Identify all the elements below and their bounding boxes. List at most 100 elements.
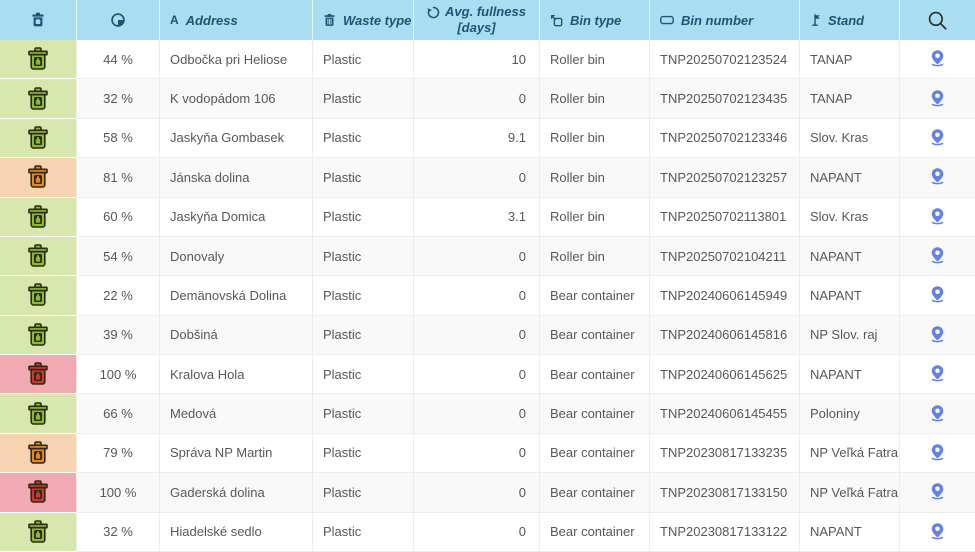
stand-cell: TANAP xyxy=(800,79,900,118)
bin-status-cell xyxy=(0,316,77,355)
column-header-label: Address xyxy=(186,13,238,28)
location-cell[interactable] xyxy=(900,40,975,79)
bin-icon xyxy=(25,362,51,386)
location-cell[interactable] xyxy=(900,237,975,276)
table-header: A Address Waste type xyxy=(0,0,975,40)
column-header-label: Avg. fullness xyxy=(445,5,526,19)
stand-cell: NAPANT xyxy=(800,513,900,552)
table-row[interactable]: 22 % Demänovská Dolina Plastic 0 Bear co… xyxy=(0,276,975,315)
bin-status-cell xyxy=(0,434,77,473)
stand-cell: Slov. Kras xyxy=(800,198,900,237)
box-arrow-icon xyxy=(550,14,563,27)
column-header-waste-type[interactable]: Waste type xyxy=(313,0,414,40)
table-row[interactable]: 60 % Jaskyňa Domica Plastic 3.1 Roller b… xyxy=(0,198,975,237)
column-header-fullness[interactable] xyxy=(77,0,160,40)
waste-type-cell: Plastic xyxy=(313,434,414,473)
bin-icon xyxy=(25,441,51,465)
location-cell[interactable] xyxy=(900,355,975,394)
fullness-cell: 22 % xyxy=(77,276,160,315)
waste-type-cell: Plastic xyxy=(313,79,414,118)
fullness-cell: 32 % xyxy=(77,513,160,552)
bin-status-cell xyxy=(0,158,77,197)
table-row[interactable]: 81 % Jánska dolina Plastic 0 Roller bin … xyxy=(0,158,975,197)
waste-bins-table: A Address Waste type xyxy=(0,0,975,552)
address-cell: Jánska dolina xyxy=(160,158,313,197)
bin-type-cell: Bear container xyxy=(540,434,650,473)
bin-status-cell xyxy=(0,237,77,276)
column-header-bin[interactable] xyxy=(0,0,77,40)
column-header-stand[interactable]: Stand xyxy=(800,0,900,40)
table-row[interactable]: 44 % Odbočka pri Heliose Plastic 10 Roll… xyxy=(0,40,975,79)
table-row[interactable]: 79 % Správa NP Martin Plastic 0 Bear con… xyxy=(0,434,975,473)
location-cell[interactable] xyxy=(900,276,975,315)
fullness-cell: 58 % xyxy=(77,119,160,158)
table-row[interactable]: 32 % Hiadelské sedlo Plastic 0 Bear cont… xyxy=(0,513,975,552)
location-cell[interactable] xyxy=(900,158,975,197)
table-row[interactable]: 100 % Kralova Hola Plastic 0 Bear contai… xyxy=(0,355,975,394)
bin-type-cell: Bear container xyxy=(540,473,650,512)
stand-cell: NAPANT xyxy=(800,237,900,276)
bin-type-cell: Roller bin xyxy=(540,119,650,158)
column-header-bin-number[interactable]: Bin number xyxy=(650,0,800,40)
bin-type-cell: Bear container xyxy=(540,276,650,315)
address-cell: Jaskyňa Domica xyxy=(160,198,313,237)
avg-fullness-cell: 0 xyxy=(414,316,540,355)
bin-icon xyxy=(25,87,51,111)
location-cell[interactable] xyxy=(900,513,975,552)
bin-status-cell xyxy=(0,119,77,158)
bin-type-cell: Bear container xyxy=(540,316,650,355)
bin-type-cell: Roller bin xyxy=(540,158,650,197)
bin-number-cell: TNP20250702123257 xyxy=(650,158,800,197)
bin-number-cell: TNP20250702123346 xyxy=(650,119,800,158)
fullness-cell: 81 % xyxy=(77,158,160,197)
location-pin-icon xyxy=(929,49,946,69)
table-row[interactable]: 54 % Donovaly Plastic 0 Roller bin TNP20… xyxy=(0,237,975,276)
location-cell[interactable] xyxy=(900,316,975,355)
bin-number-cell: TNP20250702123524 xyxy=(650,40,800,79)
table-row[interactable]: 32 % K vodopádom 106 Plastic 0 Roller bi… xyxy=(0,79,975,118)
address-cell: Správa NP Martin xyxy=(160,434,313,473)
bin-status-cell xyxy=(0,473,77,512)
bin-type-cell: Roller bin xyxy=(540,79,650,118)
table-row[interactable]: 66 % Medová Plastic 0 Bear container TNP… xyxy=(0,394,975,433)
bin-number-cell: TNP20240606145455 xyxy=(650,394,800,433)
bin-type-cell: Bear container xyxy=(540,394,650,433)
address-cell: Dobšiná xyxy=(160,316,313,355)
waste-type-cell: Plastic xyxy=(313,394,414,433)
location-cell[interactable] xyxy=(900,394,975,433)
location-pin-icon xyxy=(929,522,946,542)
column-header-bin-type[interactable]: Bin type xyxy=(540,0,650,40)
address-cell: Odbočka pri Heliose xyxy=(160,40,313,79)
fullness-cell: 54 % xyxy=(77,237,160,276)
stand-cell: NAPANT xyxy=(800,158,900,197)
search-icon xyxy=(927,10,948,31)
avg-fullness-cell: 0 xyxy=(414,355,540,394)
waste-type-cell: Plastic xyxy=(313,316,414,355)
location-cell[interactable] xyxy=(900,473,975,512)
stand-cell: TANAP xyxy=(800,40,900,79)
location-pin-icon xyxy=(929,404,946,424)
address-cell: K vodopádom 106 xyxy=(160,79,313,118)
fullness-cell: 32 % xyxy=(77,79,160,118)
bin-number-cell: TNP20230817133122 xyxy=(650,513,800,552)
location-pin-icon xyxy=(929,482,946,502)
table-row[interactable]: 39 % Dobšiná Plastic 0 Bear container TN… xyxy=(0,316,975,355)
bin-status-cell xyxy=(0,276,77,315)
location-cell[interactable] xyxy=(900,119,975,158)
avg-fullness-cell: 0 xyxy=(414,276,540,315)
column-header-search[interactable] xyxy=(900,0,975,40)
address-cell: Hiadelské sedlo xyxy=(160,513,313,552)
column-header-avg-fullness[interactable]: Avg. fullness [days] xyxy=(414,0,540,40)
table-row[interactable]: 100 % Gaderská dolina Plastic 0 Bear con… xyxy=(0,473,975,512)
location-cell[interactable] xyxy=(900,198,975,237)
column-header-address[interactable]: A Address xyxy=(160,0,313,40)
bin-icon xyxy=(25,244,51,268)
waste-type-cell: Plastic xyxy=(313,237,414,276)
table-row[interactable]: 58 % Jaskyňa Gombasek Plastic 9.1 Roller… xyxy=(0,119,975,158)
location-cell[interactable] xyxy=(900,79,975,118)
waste-type-cell: Plastic xyxy=(313,276,414,315)
stand-cell: Poloniny xyxy=(800,394,900,433)
location-cell[interactable] xyxy=(900,434,975,473)
bin-icon xyxy=(25,323,51,347)
fullness-cell: 100 % xyxy=(77,473,160,512)
